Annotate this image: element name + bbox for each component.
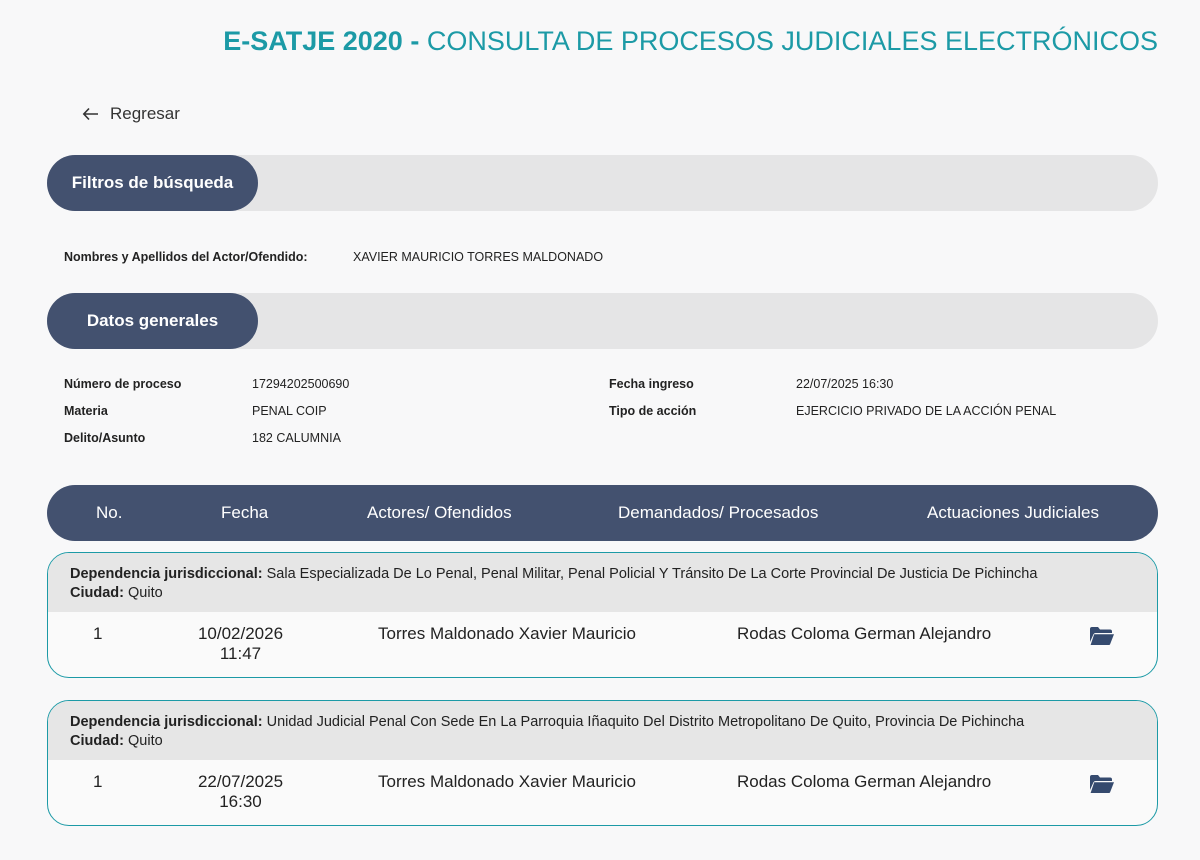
row-date: 22/07/2025 16:30 — [193, 772, 288, 812]
delito-value: 182 CALUMNIA — [252, 431, 341, 445]
dependencia-value: Sala Especializada De Lo Penal, Penal Mi… — [266, 566, 1038, 582]
folder-open-icon[interactable] — [1089, 774, 1115, 794]
materia-label: Materia — [64, 404, 108, 418]
materia-value: PENAL COIP — [252, 404, 327, 418]
row-date: 10/02/2026 11:47 — [193, 624, 288, 664]
row-demandado: Rodas Coloma German Alejandro — [737, 624, 992, 643]
row-date-time: 16:30 — [219, 792, 262, 811]
fecha-ingreso-label: Fecha ingreso — [609, 377, 694, 391]
row-demandado: Rodas Coloma German Alejandro — [737, 772, 992, 791]
filters-section-title: Filtros de búsqueda — [47, 155, 258, 211]
back-link-label: Regresar — [110, 104, 180, 123]
actor-filter-label: Nombres y Apellidos del Actor/Ofendido: — [64, 250, 308, 264]
fecha-ingreso-value: 22/07/2025 16:30 — [796, 377, 894, 391]
card-header: Dependencia jurisdiccional: Unidad Judic… — [48, 701, 1157, 760]
ciudad-value: Quito — [128, 733, 163, 749]
column-header-fecha: Fecha — [221, 503, 269, 522]
ciudad-value: Quito — [128, 585, 163, 601]
page-title: E-SATJE 2020 - CONSULTA DE PROCESOS JUDI… — [223, 26, 1158, 57]
column-header-no: No. — [96, 503, 123, 522]
tipo-accion-value: EJERCICIO PRIVADO DE LA ACCIÓN PENAL — [796, 404, 1057, 418]
actor-filter-value: XAVIER MAURICIO TORRES MALDONADO — [353, 250, 604, 264]
ciudad-line: Ciudad: Quito — [70, 732, 1135, 751]
tipo-accion-label: Tipo de acción — [609, 404, 697, 418]
arrow-left-icon — [82, 107, 98, 121]
dependencia-line: Dependencia jurisdiccional: Unidad Judic… — [70, 713, 1135, 732]
page-title-rest: CONSULTA DE PROCESOS JUDICIALES ELECTRÓN… — [426, 26, 1158, 56]
column-header-demandados: Demandados/ Procesados — [618, 503, 819, 522]
row-number: 1 — [93, 624, 103, 643]
table-header: No. Fecha Actores/ Ofendidos Demandados/… — [47, 485, 1158, 541]
filters-section-bar: Filtros de búsqueda — [47, 155, 1158, 211]
table-row: 1 10/02/2026 11:47 Torres Maldonado Xavi… — [48, 612, 1157, 677]
dependencia-label: Dependencia jurisdiccional: — [70, 714, 263, 730]
page: E-SATJE 2020 - CONSULTA DE PROCESOS JUDI… — [0, 0, 1200, 860]
ciudad-label: Ciudad: — [70, 585, 124, 601]
general-section-bar: Datos generales — [47, 293, 1158, 349]
dependencia-value: Unidad Judicial Penal Con Sede En La Par… — [266, 714, 1025, 730]
back-link[interactable]: Regresar — [82, 104, 180, 124]
row-actor: Torres Maldonado Xavier Mauricio — [378, 772, 636, 791]
column-header-actores: Actores/ Ofendidos — [367, 503, 512, 522]
process-card: Dependencia jurisdiccional: Unidad Judic… — [47, 700, 1158, 826]
general-section-title: Datos generales — [47, 293, 258, 349]
row-actor: Torres Maldonado Xavier Mauricio — [378, 624, 636, 643]
folder-open-icon[interactable] — [1089, 626, 1115, 646]
column-header-actuaciones: Actuaciones Judiciales — [927, 503, 1099, 522]
numero-proceso-label: Número de proceso — [64, 377, 182, 391]
row-date-day: 22/07/2025 — [197, 772, 284, 791]
row-date-day: 10/02/2026 — [197, 624, 284, 643]
row-date-time: 11:47 — [219, 644, 262, 663]
card-header: Dependencia jurisdiccional: Sala Especia… — [48, 553, 1157, 612]
page-title-bold: E-SATJE 2020 - — [223, 26, 420, 56]
numero-proceso-value: 17294202500690 — [252, 377, 350, 391]
process-card: Dependencia jurisdiccional: Sala Especia… — [47, 552, 1158, 678]
dependencia-line: Dependencia jurisdiccional: Sala Especia… — [70, 565, 1135, 584]
ciudad-line: Ciudad: Quito — [70, 584, 1135, 603]
delito-label: Delito/Asunto — [64, 431, 146, 445]
table-row: 1 22/07/2025 16:30 Torres Maldonado Xavi… — [48, 760, 1157, 825]
row-number: 1 — [93, 772, 103, 791]
dependencia-label: Dependencia jurisdiccional: — [70, 566, 263, 582]
ciudad-label: Ciudad: — [70, 733, 124, 749]
